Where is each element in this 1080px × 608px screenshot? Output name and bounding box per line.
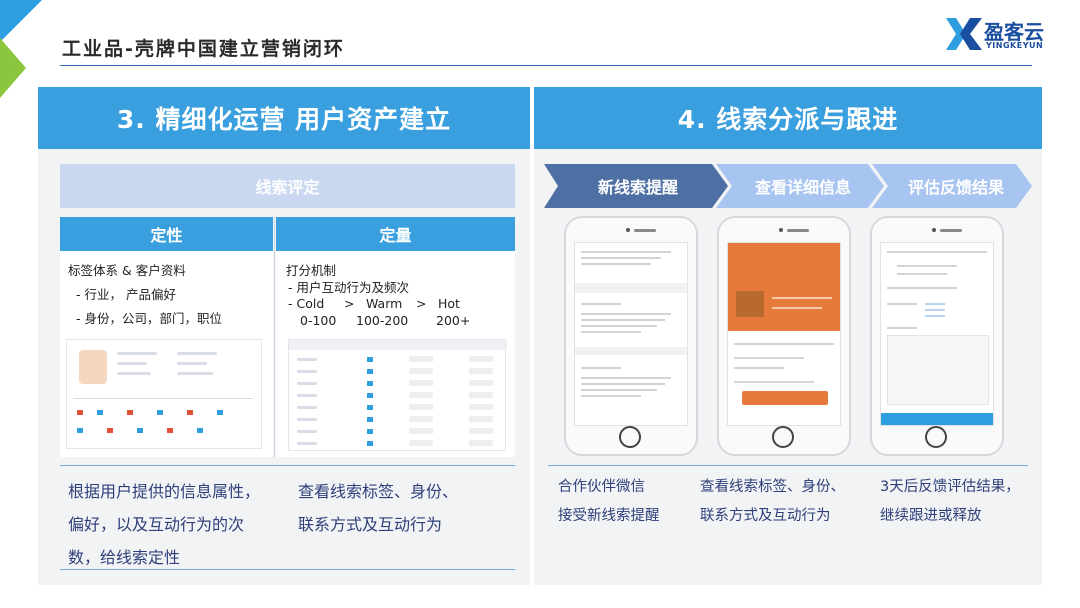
level-warm: Warm [366,296,403,311]
step1-desc-line-1: 合作伙伴微信 [558,479,645,495]
right-description: 查看线索标签、身份、 联系方式及互动行为 [298,475,508,541]
level-separator: > [416,296,427,311]
right-desc-line-1: 查看线索标签、身份、 [298,482,459,501]
step3-description: 3天后反馈评估结果， 继续跟进或释放 [880,473,1020,531]
logo-subtitle: YINGKEYUN [986,41,1044,50]
qualitative-heading: 定性 [60,217,273,251]
phone-mockup-wechat [564,216,698,456]
phone-screen-2 [727,242,841,426]
step-feedback: 评估反馈结果 [907,178,1004,197]
range-cold: 0-100 [300,313,337,328]
column-divider [274,217,275,457]
page-title: 工业品-壳牌中国建立营销闭环 [62,38,345,60]
home-button [619,426,641,448]
left-desc-line-2: 偏好，以及互动行为的次 [68,515,245,534]
logo-mark-icon [946,18,982,50]
right-desc-top-line [548,465,1028,466]
range-hot: 200+ [436,313,471,328]
right-panel: 4. 线索分派与跟进 新线索提醒 查看详细信息 评估反馈结果 合作伙伴微信 接受… [534,87,1042,585]
corner-decoration-green [0,38,26,98]
level-separator: > [344,296,355,311]
step3-desc-line-1: 3天后反馈评估结果， [880,479,1020,495]
left-panel-heading: 3. 精细化运营 用户资产建立 [38,87,530,149]
submit-feedback-button [881,413,993,425]
right-panel-heading: 4. 线索分派与跟进 [534,87,1042,149]
avatar [79,350,107,384]
level-hot: Hot [438,296,460,311]
company-logo: 盈客云 YINGKEYUN [944,14,1068,58]
range-warm: 100-200 [356,313,409,328]
step-new-lead-alert: 新线索提醒 [597,178,678,197]
left-panel: 3. 精细化运营 用户资产建立 线索评定 定性 定量 标签体系 & 客户资料 -… [38,87,530,585]
step2-desc-line-1: 查看线索标签、身份、 [700,479,845,495]
step2-description: 查看线索标签、身份、 联系方式及互动行为 [700,473,845,531]
qualitative-line-3: - 身份，公司，部门，职位 [76,311,222,326]
step1-description: 合作伙伴微信 接受新线索提醒 [558,473,660,531]
corner-decoration-blue [0,0,42,42]
lead-evaluation-bar: 线索评定 [60,164,515,208]
right-desc-line-2: 联系方式及互动行为 [298,515,443,534]
desc-bottom-line [60,569,515,570]
quantitative-heading: 定量 [276,217,515,251]
phone-mockup-details [717,216,851,456]
desc-top-line [60,465,515,466]
step1-desc-line-2: 接受新线索提醒 [558,508,660,524]
phone-screen-3 [880,242,994,426]
qualitative-line-2: - 行业， 产品偏好 [76,287,176,302]
scoring-table-screenshot [288,339,507,451]
left-description: 根据用户提供的信息属性， 偏好，以及互动行为的次 数，给线索定性 [68,475,278,574]
header-divider [60,65,1032,66]
detail-action-button [742,391,828,405]
qualitative-line-1: 标签体系 & 客户资料 [68,263,186,278]
phone-mockup-feedback [870,216,1004,456]
level-cold: - Cold [288,296,325,311]
step3-desc-line-2: 继续跟进或释放 [880,508,982,524]
left-desc-line-1: 根据用户提供的信息属性， [68,482,261,501]
home-button [925,426,947,448]
profile-screenshot [66,339,262,449]
step-view-details: 查看详细信息 [754,178,851,197]
phone-screen-1 [574,242,688,426]
quantitative-line-1: 打分机制 [286,263,337,278]
process-steps: 新线索提醒 查看详细信息 评估反馈结果 [544,164,1032,208]
step2-desc-line-2: 联系方式及互动行为 [700,508,831,524]
home-button [772,426,794,448]
quantitative-line-2: - 用户互动行为及频次 [288,280,409,295]
